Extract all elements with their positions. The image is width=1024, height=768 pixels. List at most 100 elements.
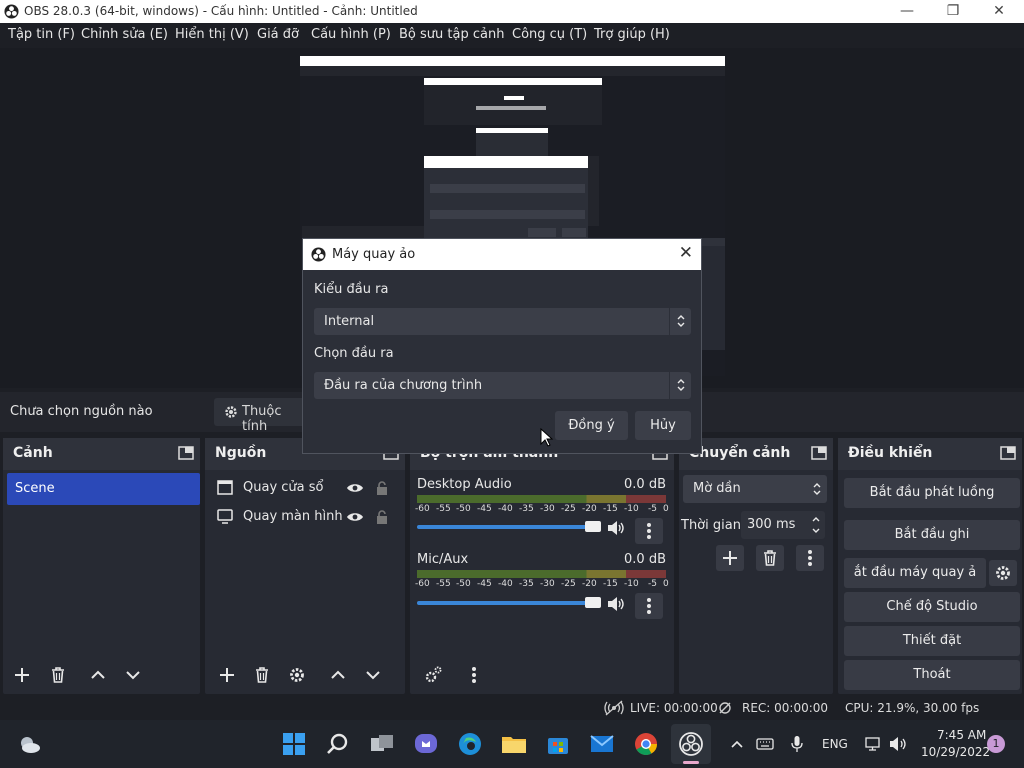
output-type-label: Kiểu đầu ra [314,282,389,297]
menu-tools[interactable]: Công cụ (T) [512,27,587,42]
spin-arrows-icon[interactable] [810,514,822,536]
scene-down-button[interactable] [119,662,147,688]
scene-item-selected[interactable]: Scene [7,473,200,505]
windows-start-icon[interactable] [279,729,309,759]
volume-icon[interactable] [888,735,908,753]
menu-help[interactable]: Trợ giúp (H) [594,27,670,42]
volume-slider-handle[interactable] [585,597,601,608]
transition-select[interactable]: Mờ dần [683,475,827,503]
clock-date[interactable]: 10/29/2022 [921,745,990,759]
microphone-icon[interactable] [791,735,803,753]
minimize-button[interactable]: — [884,0,930,23]
undock-icon[interactable] [178,446,194,460]
teams-chat-icon[interactable] [411,729,441,759]
keyboard-icon[interactable] [756,737,774,751]
menu-file[interactable]: Tập tin (F) [8,27,75,42]
menu-scene-collection[interactable]: Bộ sưu tập cảnh [399,27,504,42]
chrome-icon[interactable] [631,729,661,759]
sources-title: Nguồn [215,445,267,461]
task-view-icon[interactable] [367,729,397,759]
controls-title: Điều khiển [848,445,933,461]
volume-slider[interactable] [417,525,599,529]
virtual-camera-settings-button[interactable] [989,560,1017,586]
speaker-icon[interactable] [607,596,625,612]
lock-icon[interactable] [376,509,388,525]
scale-tick: -30 [540,504,555,514]
language-indicator[interactable]: ENG [822,737,848,751]
obs-taskbar-button[interactable] [671,724,711,764]
close-button[interactable]: ✕ [976,0,1022,23]
volume-slider[interactable] [417,601,599,605]
scale-tick: -30 [540,579,555,589]
remove-transition-button[interactable] [756,545,784,571]
undock-icon[interactable] [811,446,827,460]
add-source-button[interactable] [213,662,241,688]
weather-icon[interactable] [14,729,44,759]
ok-button[interactable]: Đồng ý [555,411,628,440]
volume-slider-handle[interactable] [585,521,601,532]
search-icon[interactable] [323,729,353,759]
mail-icon[interactable] [587,729,617,759]
undock-icon[interactable] [1000,446,1016,460]
scale-tick: -50 [456,504,471,514]
duration-spinbox[interactable]: 300 ms [741,511,825,539]
trash-icon [256,667,268,683]
studio-mode-button[interactable]: Chế độ Studio [844,592,1020,622]
scene-up-button[interactable] [84,662,112,688]
kebab-menu-icon [808,550,812,566]
scale-tick: -40 [498,579,513,589]
clock-time[interactable]: 7:45 AM [937,728,986,742]
advanced-audio-button[interactable] [419,662,447,688]
properties-label: Thuộc tính [242,404,282,434]
exit-button[interactable]: Thoát [844,660,1020,690]
chevron-up-icon[interactable] [730,738,744,750]
scale-tick: -5 [648,504,657,514]
menu-docks[interactable]: Giá đỡ [257,27,299,42]
scale-tick: 0 [663,579,669,589]
edge-browser-icon[interactable] [455,729,485,759]
microsoft-store-icon[interactable] [543,729,573,759]
notification-badge[interactable]: 1 [987,735,1005,753]
source-down-button[interactable] [359,662,387,688]
output-select[interactable]: Đầu ra của chương trình [314,372,691,399]
start-virtual-camera-button[interactable]: ắt đầu máy quay ả [844,558,986,588]
no-source-label: Chưa chọn nguồn nào [10,404,153,419]
remove-source-button[interactable] [248,662,276,688]
duration-value: 300 ms [747,517,796,532]
scenes-header: Cảnh [3,438,200,470]
cancel-button[interactable]: Hủy [635,411,691,440]
chevron-up-icon [331,670,345,679]
channel-menu-button[interactable] [635,593,663,619]
remove-scene-button[interactable] [44,662,72,688]
output-type-value: Internal [324,314,375,329]
menu-edit[interactable]: Chỉnh sửa (E) [81,27,168,42]
menu-profile[interactable]: Cấu hình (P) [311,27,391,42]
channel-menu-button[interactable] [635,518,663,544]
properties-button[interactable]: Thuộc tính [214,398,309,434]
source-properties-button[interactable] [283,662,311,688]
transition-menu-button[interactable] [796,545,824,571]
add-transition-button[interactable] [716,545,744,571]
mixer-menu-button[interactable] [460,662,488,688]
scale-tick: -10 [624,504,639,514]
menu-view[interactable]: Hiển thị (V) [175,27,249,42]
source-item[interactable]: Quay cửa sổ [205,474,405,502]
obs-logo-icon [311,247,326,262]
network-icon[interactable] [864,735,882,753]
eye-icon[interactable] [346,481,364,495]
chevron-up-icon [91,670,105,679]
title-bar: OBS 28.0.3 (64-bit, windows) - Cấu hình:… [0,0,1024,23]
maximize-button[interactable]: ❐ [930,0,976,23]
settings-button[interactable]: Thiết đặt [844,626,1020,656]
start-streaming-button[interactable]: Bắt đầu phát luồng [844,478,1020,508]
lock-icon[interactable] [376,480,388,496]
speaker-icon[interactable] [607,520,625,536]
file-explorer-icon[interactable] [499,729,529,759]
source-item[interactable]: Quay màn hình [205,503,405,531]
source-up-button[interactable] [324,662,352,688]
output-type-select[interactable]: Internal [314,308,691,335]
eye-icon[interactable] [346,510,364,524]
add-scene-button[interactable] [8,662,36,688]
start-recording-button[interactable]: Bắt đầu ghi [844,520,1020,550]
dialog-close-button[interactable]: ✕ [679,243,693,263]
